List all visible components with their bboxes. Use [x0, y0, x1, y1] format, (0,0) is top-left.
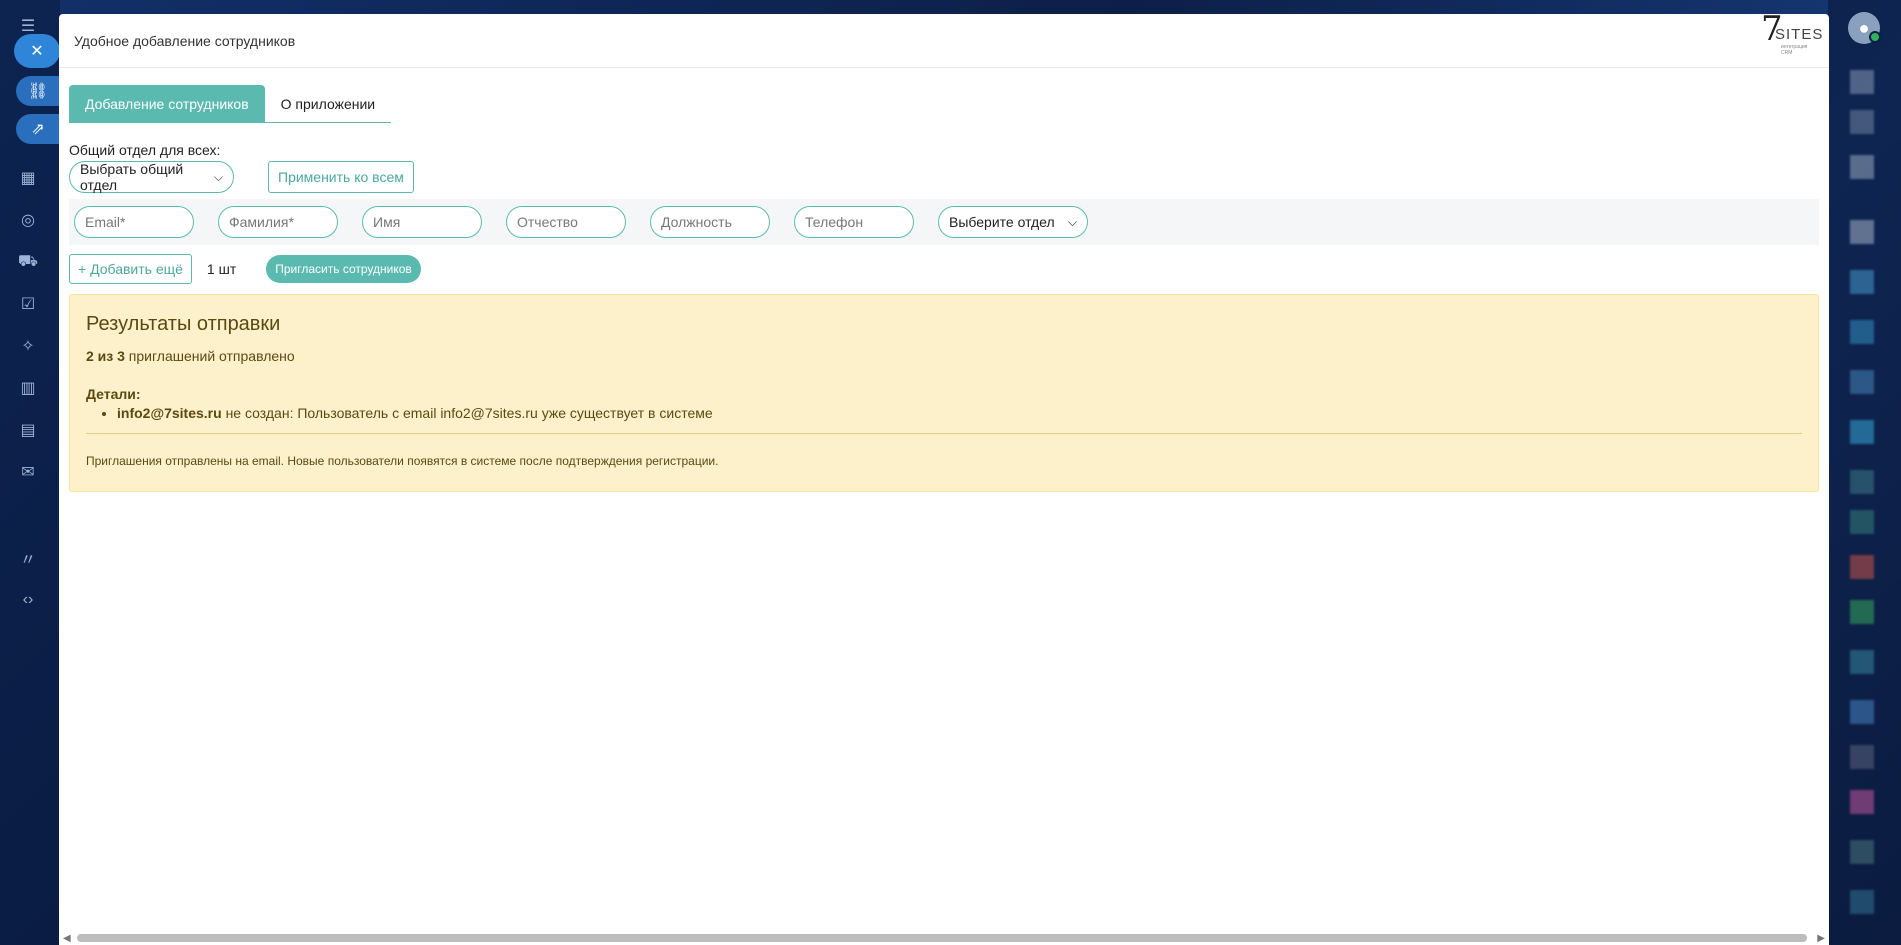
external-link-icon: ⇗	[31, 121, 45, 138]
logo-subtitle: интеграция CRM	[1781, 44, 1808, 56]
chevron-down-icon: ⌵	[213, 169, 223, 184]
details-item: info2@7sites.ru не создан: Пользователь …	[117, 405, 1802, 421]
common-department-select[interactable]: Выбрать общий отдел ⌵	[69, 161, 234, 193]
modal-title: Удобное добавление сотрудников	[74, 32, 296, 49]
tab-add-employees[interactable]: Добавление сотрудников	[69, 85, 265, 123]
tab-about-app[interactable]: О приложении	[264, 85, 392, 123]
send-results-panel: Результаты отправки 2 из 3 приглашений о…	[69, 294, 1819, 492]
common-department-row: Выбрать общий отдел ⌵ Применить ко всем	[69, 161, 1819, 193]
results-summary-count: 2 из 3	[86, 348, 125, 364]
results-summary-text: приглашений отправлено	[124, 348, 295, 364]
actions-row: + Добавить ещё 1 шт Пригласить сотрудник…	[69, 254, 1819, 284]
apply-to-all-button[interactable]: Применить ко всем	[268, 161, 414, 193]
brand-icon[interactable]: 〃	[14, 544, 42, 572]
close-slider-button[interactable]: ✕	[14, 34, 60, 68]
middle-name-field[interactable]: Отчество	[506, 206, 626, 238]
online-status-icon	[1869, 31, 1881, 43]
details-item-message: не создан: Пользователь с email info2@7s…	[221, 405, 713, 421]
common-department-value: Выбрать общий отдел	[80, 161, 184, 193]
open-new-window-button[interactable]: ⇗	[16, 114, 60, 144]
modal-header: Удобное добавление сотрудников 7 SITES и…	[59, 14, 1829, 68]
7sites-logo: 7 SITES интеграция CRM	[1755, 14, 1822, 60]
first-name-field[interactable]: Имя	[362, 206, 482, 238]
results-summary: 2 из 3 приглашений отправлено	[86, 348, 1802, 364]
inbox-icon[interactable]: ✉	[14, 458, 42, 486]
tabs: Добавление сотрудников О приложении	[69, 85, 1819, 123]
app-slider-window: Удобное добавление сотрудников 7 SITES и…	[59, 14, 1829, 945]
rows-count: 1 шт	[206, 261, 237, 277]
department-select[interactable]: Выберите отдел ⌵	[938, 206, 1088, 238]
position-field[interactable]: Должность	[650, 206, 770, 238]
horizontal-scrollbar[interactable]: ◀ ▶	[59, 929, 1829, 945]
department-select-value: Выберите отдел	[949, 214, 1055, 230]
employee-form-row: Email* Фамилия* Имя Отчество Должность Т…	[69, 199, 1819, 245]
email-field[interactable]: Email*	[74, 206, 194, 238]
scrollbar-thumb[interactable]	[77, 934, 1807, 942]
link-icon: ⛓	[27, 83, 49, 100]
user-icon: ●	[1858, 17, 1870, 38]
invite-employees-button[interactable]: Пригласить сотрудников	[266, 255, 421, 283]
puzzle-icon[interactable]: ✧	[14, 332, 42, 360]
tasks-icon[interactable]: ☑	[14, 290, 42, 318]
copy-link-button[interactable]: ⛓	[16, 76, 60, 106]
portal-right-panel	[1828, 0, 1901, 945]
scroll-left-icon[interactable]: ◀	[63, 933, 71, 944]
sites-icon[interactable]: ▤	[14, 416, 42, 444]
logo-text: SITES	[1775, 26, 1824, 43]
target-icon[interactable]: ◎	[14, 206, 42, 234]
cart-icon[interactable]: ⛟	[14, 248, 42, 276]
phone-field[interactable]: Телефон	[794, 206, 914, 238]
app-content: Добавление сотрудников О приложении Общи…	[59, 68, 1829, 492]
details-list: info2@7sites.ru не создан: Пользователь …	[117, 405, 1802, 421]
building-icon[interactable]: ▦	[14, 164, 42, 192]
close-icon: ✕	[30, 43, 44, 60]
divider	[86, 433, 1802, 434]
details-item-email: info2@7sites.ru	[117, 405, 222, 421]
common-department-label: Общий отдел для всех:	[69, 142, 221, 158]
code-icon[interactable]: ‹›	[14, 586, 42, 614]
last-name-field[interactable]: Фамилия*	[218, 206, 338, 238]
results-title: Результаты отправки	[86, 313, 281, 335]
chart-icon[interactable]: ▥	[14, 374, 42, 402]
results-note: Приглашения отправлены на email. Новые п…	[86, 454, 719, 468]
add-more-button[interactable]: + Добавить ещё	[69, 254, 192, 284]
scroll-right-icon[interactable]: ▶	[1817, 933, 1825, 944]
details-title: Детали:	[86, 386, 141, 402]
chevron-down-icon: ⌵	[1067, 214, 1077, 229]
